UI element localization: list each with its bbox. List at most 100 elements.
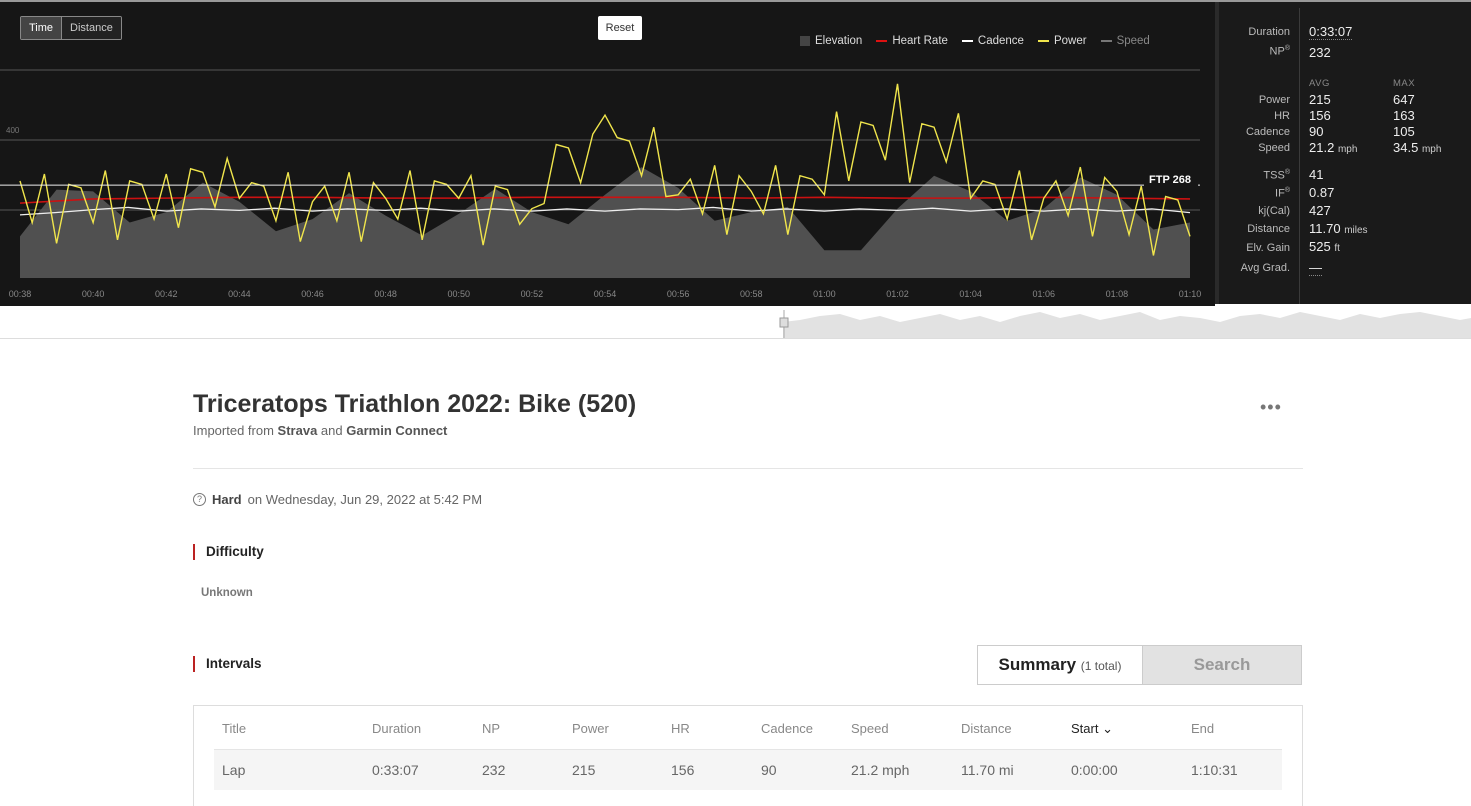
more-options-icon[interactable]: •••: [1260, 397, 1282, 418]
x-tick-label: 00:44: [228, 289, 251, 299]
elv-value: 525 ft: [1309, 239, 1340, 254]
legend-heart-rate[interactable]: Heart Rate: [876, 35, 948, 47]
col-np[interactable]: NP: [482, 709, 500, 749]
x-tick-label: 00:38: [9, 289, 32, 299]
np-label: NP®: [1270, 45, 1290, 58]
x-tick-label: 01:00: [813, 289, 836, 299]
legend-elevation-label: Elevation: [815, 35, 863, 47]
legend-elevation-swatch: [800, 36, 810, 46]
legend-speed-label: Speed: [1116, 35, 1150, 47]
legend-power-label: Power: [1053, 35, 1087, 47]
cell-start: 0:00:00: [1071, 762, 1118, 778]
x-tick-label: 01:04: [959, 289, 982, 299]
col-hr[interactable]: HR: [671, 709, 690, 749]
cell-title: Lap: [222, 762, 246, 778]
toggle-distance-button[interactable]: Distance: [62, 17, 121, 39]
x-tick-label: 00:50: [447, 289, 470, 299]
cadence-max: 105: [1393, 124, 1415, 139]
col-cadence[interactable]: Cadence: [761, 709, 813, 749]
np-info-marker: ®: [1284, 45, 1290, 52]
x-tick-label: 00:42: [155, 289, 178, 299]
distance-unit: miles: [1344, 225, 1368, 236]
x-tick-label: 01:02: [886, 289, 909, 299]
duration-label: Duration: [1248, 26, 1290, 38]
x-tick-label: 00:48: [374, 289, 397, 299]
speed-avg-value: 21.2: [1309, 140, 1335, 155]
intervals-tabs: Summary (1 total) Search: [977, 645, 1302, 685]
kj-label: kj(Cal): [1258, 205, 1290, 217]
intervals-heading: Intervals: [193, 656, 262, 672]
legend-speed[interactable]: Speed: [1100, 35, 1150, 47]
reset-zoom-button[interactable]: Reset: [598, 16, 642, 40]
col-start[interactable]: Start ⌄: [1071, 709, 1113, 749]
tss-info-marker: ®: [1284, 169, 1290, 176]
legend-elevation[interactable]: Elevation: [800, 35, 862, 47]
hr-avg: 156: [1309, 108, 1331, 123]
activity-chart[interactable]: 400 FTP 268 00:38 00:40 00:42 00:44 00:46 00:48…: [0, 2, 1215, 306]
stats-panel: Duration 0:33:07 NP® 232 AVG MAX Power 2…: [1215, 2, 1471, 304]
if-label-text: IF: [1275, 187, 1285, 200]
x-tick-label: 01:06: [1032, 289, 1055, 299]
col-title[interactable]: Title: [222, 709, 246, 749]
x-tick-label: 00:52: [521, 289, 544, 299]
toggle-time-button[interactable]: Time: [21, 17, 63, 39]
x-tick-label: 00:40: [82, 289, 105, 299]
tss-value: 41: [1309, 167, 1324, 182]
np-label-text: NP: [1269, 45, 1285, 58]
legend-cadence-swatch: [961, 40, 973, 42]
hr-max: 163: [1393, 108, 1415, 123]
imported-and: and: [320, 423, 343, 438]
divider: [193, 468, 1303, 469]
effort-level[interactable]: Hard: [212, 492, 242, 507]
cell-duration: 0:33:07: [372, 762, 419, 778]
elv-unit: ft: [1334, 243, 1340, 254]
speed-avg: 21.2 mph: [1309, 140, 1357, 155]
max-header: MAX: [1393, 78, 1416, 89]
y-tick-label-0: 400: [6, 126, 20, 135]
elv-label: Elv. Gain: [1246, 242, 1290, 254]
col-speed[interactable]: Speed: [851, 709, 889, 749]
minimap-svg[interactable]: [0, 306, 1471, 338]
question-icon[interactable]: ?: [193, 493, 206, 506]
legend-power[interactable]: Power: [1037, 35, 1087, 47]
x-tick-label: 00:46: [301, 289, 324, 299]
difficulty-value: Unknown: [201, 587, 253, 599]
speed-max-unit: mph: [1421, 144, 1442, 155]
chart-legend: Elevation Heart Rate Cadence Power Speed: [800, 35, 1150, 47]
power-max: 647: [1393, 92, 1415, 107]
grad-label: Avg Grad.: [1240, 262, 1290, 274]
distance-value: 11.70 miles: [1309, 221, 1368, 236]
cell-power: 215: [572, 762, 596, 778]
col-end[interactable]: End: [1191, 709, 1214, 749]
x-tick-label: 00:58: [740, 289, 763, 299]
import-source: Imported from Strava and Garmin Connect: [193, 423, 447, 438]
tab-search[interactable]: Search: [1143, 645, 1302, 685]
page-title: Triceratops Triathlon 2022: Bike (520): [193, 390, 637, 418]
tab-summary[interactable]: Summary (1 total): [977, 645, 1143, 685]
tss-label-text: TSS: [1263, 169, 1285, 182]
legend-cadence[interactable]: Cadence: [961, 35, 1024, 47]
elv-number: 525: [1309, 239, 1331, 254]
col-power[interactable]: Power: [572, 709, 609, 749]
if-label: IF®: [1275, 187, 1290, 200]
intervals-table: Title Duration NP Power HR Cadence Speed…: [193, 705, 1303, 806]
axis-toggle[interactable]: Time Distance: [20, 16, 122, 40]
imported-prefix: Imported from: [193, 423, 274, 438]
col-distance[interactable]: Distance: [961, 709, 1012, 749]
minimap-handle: [779, 317, 789, 328]
legend-speed-swatch: [1100, 40, 1112, 42]
table-row[interactable]: Lap 0:33:07 232 215 156 90 21.2 mph 11.7…: [214, 750, 1282, 790]
ftp-label: FTP 268: [1149, 174, 1191, 186]
col-duration[interactable]: Duration: [372, 709, 421, 749]
source-garmin: Garmin Connect: [346, 423, 448, 438]
distance-label: Distance: [1247, 223, 1290, 235]
legend-heart-rate-swatch: [876, 40, 888, 42]
grad-number: —: [1309, 260, 1322, 276]
chart-minimap[interactable]: [0, 306, 1471, 339]
power-label: Power: [1258, 94, 1290, 106]
legend-cadence-label: Cadence: [977, 35, 1024, 47]
source-strava: Strava: [277, 423, 318, 438]
chart-canvas[interactable]: 400 FTP 268 00:38 00:40 00:42 00:44 00:46 00:48…: [0, 2, 1215, 306]
cell-end: 1:10:31: [1191, 762, 1238, 778]
if-value: 0.87: [1309, 185, 1335, 200]
